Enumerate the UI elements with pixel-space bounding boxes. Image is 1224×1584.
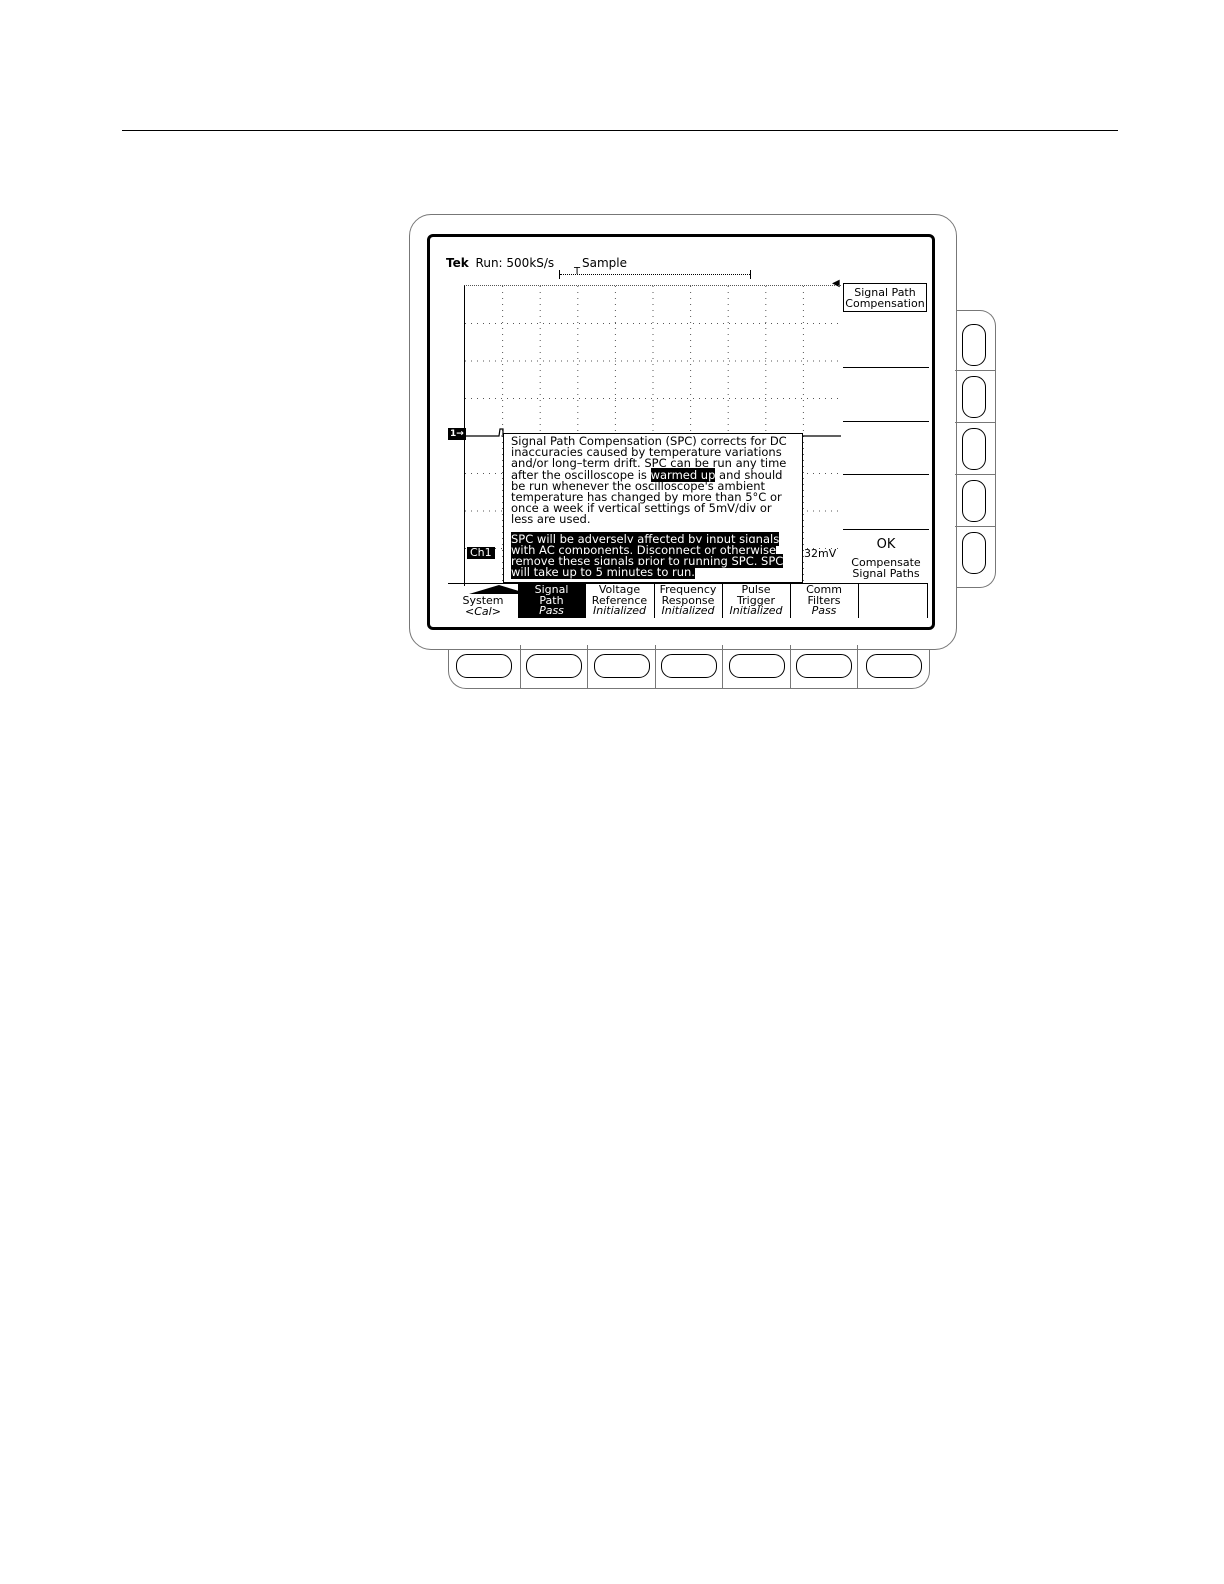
side-menu-button-4[interactable] <box>962 480 986 522</box>
side-menu-separator <box>843 529 929 530</box>
bottom-menu-button-7[interactable] <box>866 654 922 678</box>
bottom-panel-divider <box>790 645 791 688</box>
side-panel-divider <box>955 370 995 371</box>
bottom-menu-separator <box>585 584 586 618</box>
ok-compensate-line2: Signal Paths <box>852 567 920 580</box>
menu-comm-filters[interactable]: Comm Filters Pass <box>790 584 858 618</box>
side-menu-button-5[interactable] <box>962 532 986 574</box>
bottom-panel-divider <box>587 645 588 688</box>
menu-voltage-reference-state: Initialized <box>592 604 647 618</box>
spc-message-box: Signal Path Compensation (SPC) corrects … <box>503 433 803 583</box>
bottom-menu-button-1[interactable] <box>456 654 512 678</box>
ok-compensate-button[interactable]: OK <box>843 537 929 552</box>
side-menu-button-1[interactable] <box>962 324 986 366</box>
bottom-panel-divider <box>520 645 521 688</box>
bottom-menu-button-6[interactable] <box>796 654 852 678</box>
brand-logo: Tek <box>446 256 469 270</box>
menu-signal-path-state: Pass <box>539 604 564 618</box>
status-bar: Tek Run: 500kS/s Sample <box>446 256 627 270</box>
acquisition-rate: Run: 500kS/s <box>475 256 555 270</box>
spc-warning: SPC will be adversely affected by input … <box>511 531 796 580</box>
acquisition-mode: Sample <box>582 256 627 270</box>
bottom-panel-divider <box>857 645 858 688</box>
bottom-menu-separator <box>790 584 791 618</box>
bottom-menu-separator <box>722 584 723 618</box>
record-view-bar: T <box>559 266 751 279</box>
side-menu-separator <box>843 367 929 368</box>
menu-frequency-response-state: Initialized <box>661 604 715 618</box>
menu-system-state: <Cal> <box>465 604 501 618</box>
menu-frequency-response[interactable]: Frequency Response Initialized <box>654 584 722 618</box>
bottom-menu-separator <box>927 584 928 618</box>
side-menu-separator <box>843 421 929 422</box>
menu-voltage-reference[interactable]: Voltage Reference Initialized <box>585 584 654 618</box>
spc-warning-text: SPC will be adversely affected by input … <box>511 531 784 580</box>
bottom-menu-button-4[interactable] <box>661 654 717 678</box>
bottom-panel-divider <box>655 645 656 688</box>
system-pop-up-arrow-icon <box>469 585 529 594</box>
page-top-rule <box>122 130 1118 131</box>
menu-comm-filters-state: Pass <box>811 604 837 618</box>
side-menu-button-2[interactable] <box>962 376 986 418</box>
side-panel-divider <box>955 526 995 527</box>
side-panel-divider <box>955 422 995 423</box>
side-menu-separator <box>843 474 929 475</box>
trigger-position-marker: T <box>574 266 581 277</box>
bottom-panel-divider <box>722 645 723 688</box>
side-menu-title: Signal Path Compensation <box>843 283 927 312</box>
channel-ground-marker: 1→ <box>448 428 466 440</box>
menu-empty-slot[interactable] <box>858 584 928 618</box>
bottom-menu-button-3[interactable] <box>594 654 650 678</box>
spc-description: Signal Path Compensation (SPC) corrects … <box>511 435 796 526</box>
menu-pulse-trigger-state: Initialized <box>729 604 783 618</box>
bottom-menu-button-2[interactable] <box>526 654 582 678</box>
bottom-menu-separator <box>858 584 859 618</box>
side-panel-divider <box>955 474 995 475</box>
record-view-line <box>560 274 750 275</box>
ok-compensate-label: Compensate Signal Paths <box>843 557 929 579</box>
side-menu-button-3[interactable] <box>962 428 986 470</box>
bottom-menu-separator <box>654 584 655 618</box>
menu-pulse-trigger[interactable]: Pulse Trigger Initialized <box>722 584 790 618</box>
channel-label: Ch1 <box>467 547 495 559</box>
channel-scale: 32mV <box>804 547 837 560</box>
side-menu: Signal Path Compensation OK Compensate S… <box>843 283 929 585</box>
bottom-menu-button-5[interactable] <box>729 654 785 678</box>
side-menu-title-line2: Compensation <box>845 297 925 310</box>
